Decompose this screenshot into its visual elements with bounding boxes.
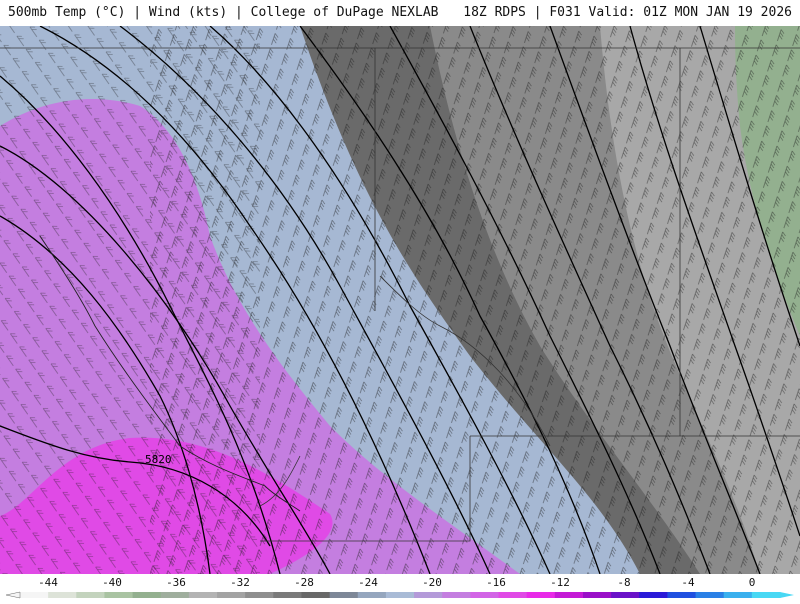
- legend-swatch: [611, 592, 640, 598]
- legend-tick-label: -24: [358, 576, 378, 589]
- legend-swatch: [76, 592, 105, 598]
- legend-swatch: [751, 592, 781, 598]
- legend-tick-label: -28: [294, 576, 314, 589]
- legend-swatch: [48, 592, 77, 598]
- temperature-legend: -44 -40 -36 -32 -28 -24 -20 -16 -12 -8 -4 0: [0, 574, 800, 600]
- legend-tick-label: 0: [749, 576, 756, 589]
- legend-arrow-right: [780, 592, 794, 598]
- legend-swatch: [498, 592, 528, 598]
- legend-swatch: [667, 592, 697, 598]
- legend-swatch: [582, 592, 612, 598]
- legend-swatch: [160, 592, 190, 598]
- height-contour-label: 5820: [145, 453, 172, 466]
- legend-swatch: [639, 592, 668, 598]
- legend-swatch: [20, 592, 49, 598]
- legend-tick-label: -44: [38, 576, 58, 589]
- legend-swatch: [357, 592, 387, 598]
- wind-barbs-west: [0, 26, 260, 574]
- weather-map: 5820: [0, 26, 800, 574]
- legend-swatch: [273, 592, 302, 598]
- legend-swatch: [245, 592, 274, 598]
- legend-colorbar: -44 -40 -36 -32 -28 -24 -20 -16 -12 -8 -4 0: [5, 576, 794, 599]
- legend-tick-label: -4: [681, 576, 695, 589]
- legend-swatch: [470, 592, 500, 598]
- legend-swatch: [695, 592, 725, 598]
- legend-swatch: [385, 592, 415, 598]
- legend-tick-label: -32: [230, 576, 250, 589]
- product-title: 500mb Temp (°C) | Wind (kts) | College o…: [8, 5, 439, 20]
- legend-swatch: [442, 592, 471, 598]
- legend-swatch: [104, 592, 134, 598]
- model-run-title: 18Z RDPS | F031 Valid: 01Z MON JAN 19 20…: [463, 5, 792, 20]
- legend-tick-label: -20: [422, 576, 442, 589]
- legend-swatch: [526, 592, 556, 598]
- legend-tick-label: -8: [617, 576, 630, 589]
- legend-tick-label: -12: [550, 576, 570, 589]
- legend-swatch: [301, 592, 331, 598]
- legend-swatch: [723, 592, 753, 598]
- legend-tick-label: -40: [102, 576, 122, 589]
- legend-swatch: [132, 592, 162, 598]
- legend-swatch: [554, 592, 584, 598]
- legend-swatch: [217, 592, 246, 598]
- legend-swatch: [414, 592, 443, 598]
- header-bar: 500mb Temp (°C) | Wind (kts) | College o…: [0, 0, 800, 27]
- legend-arrow-left: [5, 591, 21, 599]
- legend-swatch: [188, 592, 218, 598]
- legend-swatch: [329, 592, 359, 598]
- legend-tick-label: -36: [166, 576, 186, 589]
- legend-tick-label: -16: [486, 576, 506, 589]
